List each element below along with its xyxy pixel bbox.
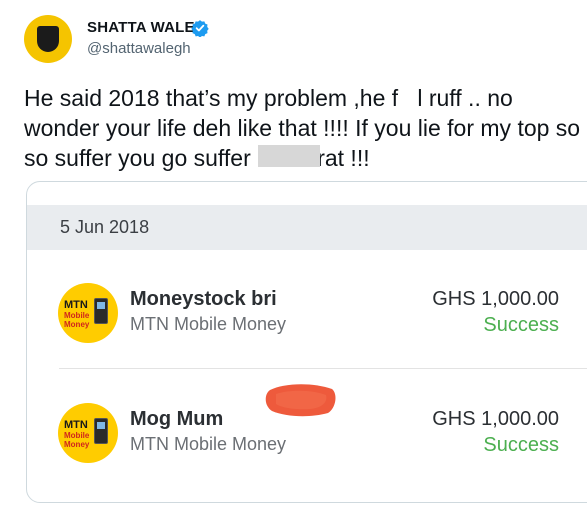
transaction-status: Success [483,314,559,336]
censor-mark [398,91,412,111]
transaction-provider: MTN Mobile Money [130,314,287,334]
tweet-text-line: He said 2018 that’s my problem ,he fo l … [24,85,513,111]
divider [59,368,587,369]
date-header: 5 Jun 2018 [27,205,587,250]
redaction-scribble [265,384,336,417]
transaction-provider: MTN Mobile Money [130,434,287,454]
logo-subtext: Mobile Money [64,311,90,329]
logo-subtext: Mobile Money [64,431,90,449]
transaction-name: Mog Mum [130,408,224,430]
verified-badge-icon [191,20,209,37]
phone-icon [94,418,108,444]
tweet: SHATTA WALE @shattawalegh He said 2018 t… [0,0,587,518]
transaction-name: Moneystock bri [130,288,277,310]
mtn-mobile-money-logo-icon: MTN Mobile Money [58,403,118,463]
logo-text: MTN [64,299,88,311]
mtn-mobile-money-logo-icon: MTN Mobile Money [58,283,118,343]
tweet-text-line: wonder your life deh like that !!!! If y… [24,115,581,141]
avatar[interactable] [24,15,72,63]
handle[interactable]: @shattawalegh [87,40,191,57]
tweet-media-image[interactable]: 5 Jun 2018 MTN Mobile Money Moneystock b… [26,181,587,503]
crest-icon [37,26,59,52]
transaction-amount: GHS 1,000.00 [432,408,559,430]
phone-icon [94,298,108,324]
date-label: 5 Jun 2018 [60,217,150,237]
transaction-row: MTN Mobile Money Moneystock bri MTN Mobi… [27,274,587,354]
logo-text: MTN [64,419,88,431]
display-name[interactable]: SHATTA WALE [87,19,195,36]
transaction-amount: GHS 1,000.00 [432,288,559,310]
censor-blur [258,145,320,167]
transaction-status: Success [483,434,559,456]
